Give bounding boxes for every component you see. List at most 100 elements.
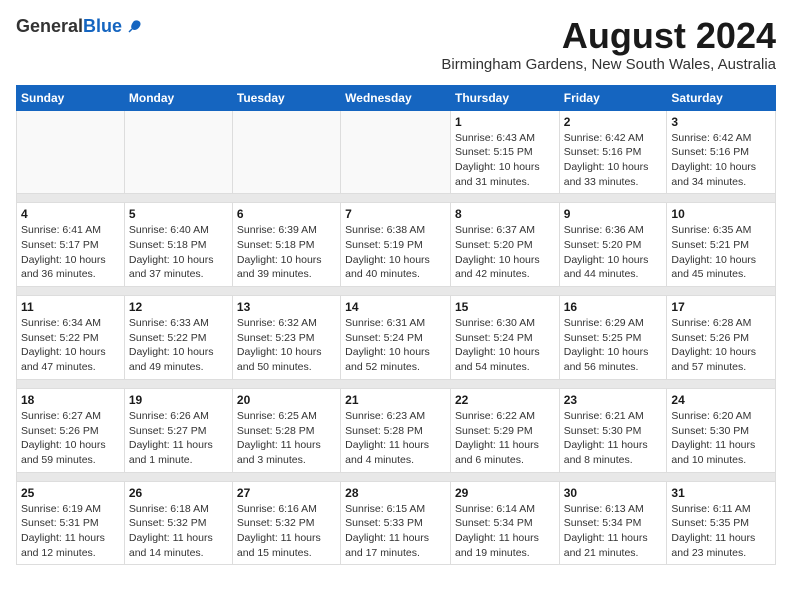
day-info: Sunrise: 6:38 AM Sunset: 5:19 PM Dayligh… bbox=[345, 223, 446, 282]
calendar-day-cell: 4 Sunrise: 6:41 AM Sunset: 5:17 PM Daylig… bbox=[17, 203, 125, 287]
day-info: Sunrise: 6:14 AM Sunset: 5:34 PM Dayligh… bbox=[455, 502, 555, 561]
calendar-day-cell bbox=[124, 110, 232, 194]
day-of-week-header: Saturday bbox=[667, 85, 776, 110]
day-info: Sunrise: 6:31 AM Sunset: 5:24 PM Dayligh… bbox=[345, 316, 446, 375]
day-number: 13 bbox=[237, 300, 336, 314]
calendar: SundayMondayTuesdayWednesdayThursdayFrid… bbox=[16, 85, 776, 566]
day-info: Sunrise: 6:29 AM Sunset: 5:25 PM Dayligh… bbox=[564, 316, 663, 375]
week-separator bbox=[17, 472, 776, 481]
day-info: Sunrise: 6:21 AM Sunset: 5:30 PM Dayligh… bbox=[564, 409, 663, 468]
calendar-header-row: SundayMondayTuesdayWednesdayThursdayFrid… bbox=[17, 85, 776, 110]
day-info: Sunrise: 6:28 AM Sunset: 5:26 PM Dayligh… bbox=[671, 316, 771, 375]
calendar-week-row: 4 Sunrise: 6:41 AM Sunset: 5:17 PM Daylig… bbox=[17, 203, 776, 287]
day-number: 26 bbox=[129, 486, 228, 500]
day-info: Sunrise: 6:41 AM Sunset: 5:17 PM Dayligh… bbox=[21, 223, 120, 282]
calendar-day-cell: 12 Sunrise: 6:33 AM Sunset: 5:22 PM Dayli… bbox=[124, 296, 232, 380]
day-number: 27 bbox=[237, 486, 336, 500]
day-number: 11 bbox=[21, 300, 120, 314]
day-info: Sunrise: 6:23 AM Sunset: 5:28 PM Dayligh… bbox=[345, 409, 446, 468]
calendar-day-cell: 22 Sunrise: 6:22 AM Sunset: 5:29 PM Dayli… bbox=[450, 388, 559, 472]
day-info: Sunrise: 6:42 AM Sunset: 5:16 PM Dayligh… bbox=[671, 131, 771, 190]
day-number: 22 bbox=[455, 393, 555, 407]
calendar-week-row: 25 Sunrise: 6:19 AM Sunset: 5:31 PM Dayli… bbox=[17, 481, 776, 565]
title-block: August 2024 Birmingham Gardens, New Sout… bbox=[441, 16, 776, 81]
day-number: 5 bbox=[129, 207, 228, 221]
calendar-day-cell: 27 Sunrise: 6:16 AM Sunset: 5:32 PM Dayli… bbox=[232, 481, 340, 565]
calendar-day-cell: 30 Sunrise: 6:13 AM Sunset: 5:34 PM Dayli… bbox=[559, 481, 667, 565]
calendar-week-row: 18Sunrise: 6:27 AM Sunset: 5:26 PM Dayli… bbox=[17, 388, 776, 472]
day-number: 19 bbox=[129, 393, 228, 407]
calendar-week-row: 11 Sunrise: 6:34 AM Sunset: 5:22 PM Dayli… bbox=[17, 296, 776, 380]
day-number: 6 bbox=[237, 207, 336, 221]
calendar-day-cell: 14Sunrise: 6:31 AM Sunset: 5:24 PM Dayli… bbox=[341, 296, 451, 380]
day-number: 9 bbox=[564, 207, 663, 221]
day-info: Sunrise: 6:18 AM Sunset: 5:32 PM Dayligh… bbox=[129, 502, 228, 561]
calendar-day-cell: 18Sunrise: 6:27 AM Sunset: 5:26 PM Dayli… bbox=[17, 388, 125, 472]
day-info: Sunrise: 6:26 AM Sunset: 5:27 PM Dayligh… bbox=[129, 409, 228, 468]
day-number: 10 bbox=[671, 207, 771, 221]
calendar-day-cell: 20Sunrise: 6:25 AM Sunset: 5:28 PM Dayli… bbox=[232, 388, 340, 472]
day-info: Sunrise: 6:19 AM Sunset: 5:31 PM Dayligh… bbox=[21, 502, 120, 561]
main-title: August 2024 bbox=[441, 16, 776, 56]
calendar-day-cell: 23 Sunrise: 6:21 AM Sunset: 5:30 PM Dayli… bbox=[559, 388, 667, 472]
day-info: Sunrise: 6:32 AM Sunset: 5:23 PM Dayligh… bbox=[237, 316, 336, 375]
day-number: 25 bbox=[21, 486, 120, 500]
day-info: Sunrise: 6:11 AM Sunset: 5:35 PM Dayligh… bbox=[671, 502, 771, 561]
day-info: Sunrise: 6:34 AM Sunset: 5:22 PM Dayligh… bbox=[21, 316, 120, 375]
day-info: Sunrise: 6:33 AM Sunset: 5:22 PM Dayligh… bbox=[129, 316, 228, 375]
day-info: Sunrise: 6:35 AM Sunset: 5:21 PM Dayligh… bbox=[671, 223, 771, 282]
day-number: 12 bbox=[129, 300, 228, 314]
day-info: Sunrise: 6:40 AM Sunset: 5:18 PM Dayligh… bbox=[129, 223, 228, 282]
day-of-week-header: Tuesday bbox=[232, 85, 340, 110]
calendar-day-cell: 24Sunrise: 6:20 AM Sunset: 5:30 PM Dayli… bbox=[667, 388, 776, 472]
logo-bird-icon bbox=[124, 17, 144, 37]
calendar-day-cell: 10 Sunrise: 6:35 AM Sunset: 5:21 PM Dayli… bbox=[667, 203, 776, 287]
calendar-day-cell: 31 Sunrise: 6:11 AM Sunset: 5:35 PM Dayli… bbox=[667, 481, 776, 565]
calendar-day-cell: 7 Sunrise: 6:38 AM Sunset: 5:19 PM Daylig… bbox=[341, 203, 451, 287]
day-info: Sunrise: 6:43 AM Sunset: 5:15 PM Dayligh… bbox=[455, 131, 555, 190]
calendar-day-cell: 17 Sunrise: 6:28 AM Sunset: 5:26 PM Dayli… bbox=[667, 296, 776, 380]
calendar-day-cell: 9 Sunrise: 6:36 AM Sunset: 5:20 PM Daylig… bbox=[559, 203, 667, 287]
day-of-week-header: Monday bbox=[124, 85, 232, 110]
calendar-day-cell: 5 Sunrise: 6:40 AM Sunset: 5:18 PM Daylig… bbox=[124, 203, 232, 287]
day-info: Sunrise: 6:22 AM Sunset: 5:29 PM Dayligh… bbox=[455, 409, 555, 468]
calendar-day-cell: 13 Sunrise: 6:32 AM Sunset: 5:23 PM Dayli… bbox=[232, 296, 340, 380]
day-number: 3 bbox=[671, 115, 771, 129]
day-number: 31 bbox=[671, 486, 771, 500]
day-number: 7 bbox=[345, 207, 446, 221]
week-separator bbox=[17, 194, 776, 203]
day-number: 2 bbox=[564, 115, 663, 129]
day-info: Sunrise: 6:15 AM Sunset: 5:33 PM Dayligh… bbox=[345, 502, 446, 561]
day-info: Sunrise: 6:36 AM Sunset: 5:20 PM Dayligh… bbox=[564, 223, 663, 282]
calendar-day-cell: 28 Sunrise: 6:15 AM Sunset: 5:33 PM Dayli… bbox=[341, 481, 451, 565]
day-number: 17 bbox=[671, 300, 771, 314]
day-number: 20 bbox=[237, 393, 336, 407]
day-number: 16 bbox=[564, 300, 663, 314]
calendar-day-cell: 26 Sunrise: 6:18 AM Sunset: 5:32 PM Dayli… bbox=[124, 481, 232, 565]
day-number: 24 bbox=[671, 393, 771, 407]
day-number: 28 bbox=[345, 486, 446, 500]
day-number: 15 bbox=[455, 300, 555, 314]
day-of-week-header: Wednesday bbox=[341, 85, 451, 110]
calendar-day-cell bbox=[232, 110, 340, 194]
week-separator bbox=[17, 287, 776, 296]
day-number: 21 bbox=[345, 393, 446, 407]
calendar-week-row: 1 Sunrise: 6:43 AM Sunset: 5:15 PM Daylig… bbox=[17, 110, 776, 194]
day-info: Sunrise: 6:42 AM Sunset: 5:16 PM Dayligh… bbox=[564, 131, 663, 190]
week-separator bbox=[17, 379, 776, 388]
day-number: 29 bbox=[455, 486, 555, 500]
calendar-day-cell: 21 Sunrise: 6:23 AM Sunset: 5:28 PM Dayli… bbox=[341, 388, 451, 472]
calendar-day-cell: 2 Sunrise: 6:42 AM Sunset: 5:16 PM Daylig… bbox=[559, 110, 667, 194]
day-info: Sunrise: 6:39 AM Sunset: 5:18 PM Dayligh… bbox=[237, 223, 336, 282]
day-number: 23 bbox=[564, 393, 663, 407]
logo: GeneralBlue bbox=[16, 16, 144, 37]
calendar-day-cell: 8Sunrise: 6:37 AM Sunset: 5:20 PM Daylig… bbox=[450, 203, 559, 287]
day-number: 30 bbox=[564, 486, 663, 500]
header: GeneralBlue August 2024 Birmingham Garde… bbox=[16, 16, 776, 81]
day-number: 4 bbox=[21, 207, 120, 221]
day-info: Sunrise: 6:27 AM Sunset: 5:26 PM Dayligh… bbox=[21, 409, 120, 468]
day-info: Sunrise: 6:13 AM Sunset: 5:34 PM Dayligh… bbox=[564, 502, 663, 561]
day-info: Sunrise: 6:16 AM Sunset: 5:32 PM Dayligh… bbox=[237, 502, 336, 561]
day-number: 1 bbox=[455, 115, 555, 129]
calendar-day-cell bbox=[17, 110, 125, 194]
